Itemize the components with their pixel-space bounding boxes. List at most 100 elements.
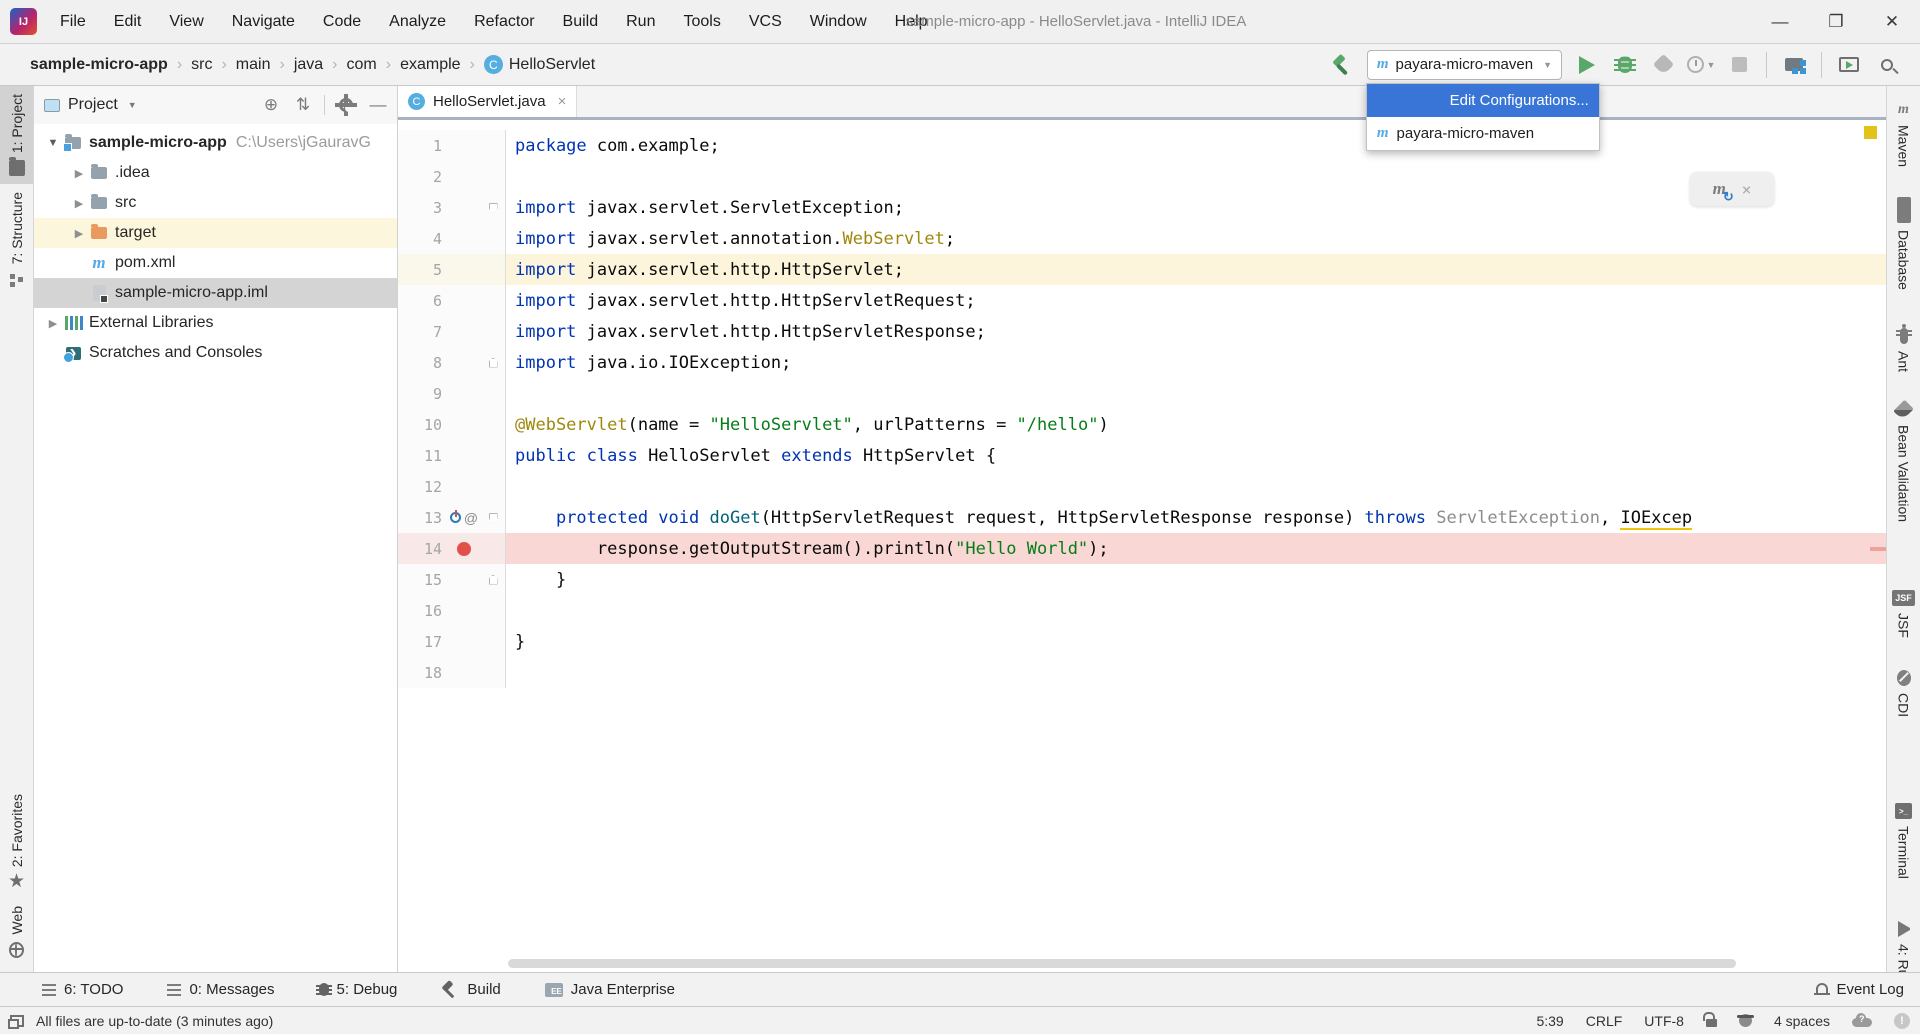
caret-position[interactable]: 5:39 [1536,1013,1563,1029]
payara-micro-maven-item[interactable]: m payara-micro-maven [1367,117,1599,150]
settings-sync-icon[interactable] [1852,1018,1872,1027]
fold-end-icon[interactable] [489,358,498,368]
tool-stripe-ant[interactable]: Ant [1887,320,1920,380]
indent-setting[interactable]: 4 spaces [1774,1013,1830,1029]
edit-configurations-item[interactable]: Edit Configurations... [1367,84,1599,117]
line-separator[interactable]: CRLF [1586,1013,1623,1029]
event-log-button[interactable]: Event Log [1816,981,1904,998]
build-project-button[interactable] [1325,50,1359,80]
menu-code[interactable]: Code [312,8,372,36]
tool-window-button-6-todo[interactable]: 6: TODO [42,981,123,998]
run-configuration-selector[interactable]: m payara-micro-maven ▼ Edit Configuratio… [1367,50,1562,80]
profiler-button[interactable]: ▼ [1684,50,1718,80]
breadcrumb-item-com[interactable]: com [343,54,381,76]
tool-stripe-1-project[interactable]: 1: Project [0,86,33,184]
horizontal-scrollbar[interactable] [508,959,1736,968]
menu-build[interactable]: Build [552,8,610,36]
tree-open-arrow-icon[interactable]: ▼ [42,137,64,149]
fold-region[interactable] [486,203,500,213]
tool-window-button-5-debug[interactable]: 5: Debug [319,981,398,998]
tree-item-external-libraries[interactable]: ▶External Libraries [34,308,397,338]
breadcrumb-item-java[interactable]: java [290,54,327,76]
close-icon[interactable]: × [1742,180,1752,199]
tool-stripe-web[interactable]: Web [0,898,33,966]
fold-region[interactable] [486,358,500,368]
tool-window-button-build[interactable]: Build [441,981,500,999]
highlighting-level-icon[interactable] [1739,1014,1752,1027]
fold-region[interactable] [486,575,500,585]
tree-item-pom-xml[interactable]: mpom.xml [34,248,397,278]
tool-stripe-bean-validation[interactable]: Bean Validation [1887,394,1920,530]
menu-tools[interactable]: Tools [672,8,731,36]
coverage-button[interactable] [1646,50,1680,80]
tree-closed-arrow-icon[interactable]: ▶ [42,317,64,330]
tool-stripe-cdi[interactable]: CDI [1887,662,1920,725]
notification-icon[interactable]: ! [1894,1013,1910,1029]
menu-view[interactable]: View [158,8,214,36]
project-view-selector[interactable]: Project ▼ [44,96,137,114]
tool-stripe-maven[interactable]: mMaven [1887,94,1920,175]
run-anything-button[interactable] [1832,50,1866,80]
tool-stripe-database[interactable]: Database [1887,189,1920,298]
breadcrumb-item-sample-micro-app[interactable]: sample-micro-app [26,54,172,76]
code-line-4: 4import javax.servlet.annotation.WebServ… [398,223,1886,254]
maximize-button[interactable]: ❐ [1808,1,1864,43]
breadcrumb-item-main[interactable]: main [232,54,275,76]
minimize-button[interactable]: — [1752,1,1808,43]
menu-file[interactable]: File [49,8,97,36]
search-everywhere-button[interactable] [1870,50,1904,80]
close-tab-icon[interactable]: × [558,93,567,110]
scratches-icon: ❯ [64,347,82,360]
menu-refactor[interactable]: Refactor [463,8,545,36]
tool-stripe-7-structure[interactable]: 7: Structure [0,184,33,295]
run-button[interactable] [1570,50,1604,80]
menu-navigate[interactable]: Navigate [221,8,306,36]
menu-vcs[interactable]: VCS [738,8,793,36]
menu-run[interactable]: Run [615,8,666,36]
tree-closed-arrow-icon[interactable]: ▶ [68,167,90,180]
breadcrumb-item-src[interactable]: src [187,54,216,76]
project-structure-button[interactable] [1777,50,1811,80]
tool-stripe-jsf[interactable]: JSFJSF [1887,582,1920,646]
code-editor[interactable]: 1package com.example;23import javax.serv… [398,120,1886,972]
overriding-method-icon[interactable] [450,512,461,523]
close-button[interactable]: ✕ [1864,1,1920,43]
tree-item-scratches-and-consoles[interactable]: ❯Scratches and Consoles [34,338,397,368]
fold-open-icon[interactable] [489,513,498,523]
tool-stripe-2-favorites[interactable]: 2: Favorites★ [0,786,33,898]
lock-icon[interactable] [1706,1019,1717,1027]
menu-edit[interactable]: Edit [103,8,153,36]
breadcrumb-item-helloservlet[interactable]: CHelloServlet [480,53,599,76]
tool-window-button-java-enterprise[interactable]: EEJava Enterprise [545,981,675,998]
tree-item-src[interactable]: ▶src [34,188,397,218]
locate-file-button[interactable]: ⊕ [260,94,282,116]
stop-button[interactable] [1722,50,1756,80]
tree-closed-arrow-icon[interactable]: ▶ [68,227,90,240]
inspections-indicator[interactable] [1864,126,1877,139]
menu-analyze[interactable]: Analyze [378,8,457,36]
settings-button[interactable] [335,94,357,116]
tree-item-idea[interactable]: ▶.idea [34,158,397,188]
menu-window[interactable]: Window [799,8,878,36]
debug-button[interactable] [1608,50,1642,80]
tree-item-target[interactable]: ▶target [34,218,397,248]
tree-closed-arrow-icon[interactable]: ▶ [68,197,90,210]
line-number: 15 [398,571,442,589]
file-encoding[interactable]: UTF-8 [1644,1013,1684,1029]
tool-stripe-terminal[interactable]: >_Terminal [1887,795,1920,887]
fold-end-icon[interactable] [489,575,498,585]
tree-item-path: C:\Users\jGauravG [236,134,371,152]
toggle-tool-windows-icon[interactable] [10,1015,24,1027]
collapse-all-button[interactable]: ⇅ [292,94,314,116]
maven-reload-icon[interactable]: m↻ [1713,179,1726,199]
tree-item-sample-micro-app-iml[interactable]: sample-micro-app.iml [34,278,397,308]
tab-helloservlet-java[interactable]: C HelloServlet.java × [398,86,577,117]
fold-region[interactable] [486,513,500,523]
fold-open-icon[interactable] [489,203,498,213]
tree-item-sample-micro-app[interactable]: ▼sample-micro-appC:\Users\jGauravG [34,128,397,158]
breadcrumb-item-example[interactable]: example [396,54,464,76]
tool-window-button-0-messages[interactable]: 0: Messages [167,981,274,998]
hide-panel-button[interactable]: — [367,94,389,116]
idea-logo-icon: IJ [10,8,37,35]
breakpoint-icon[interactable] [457,542,471,556]
